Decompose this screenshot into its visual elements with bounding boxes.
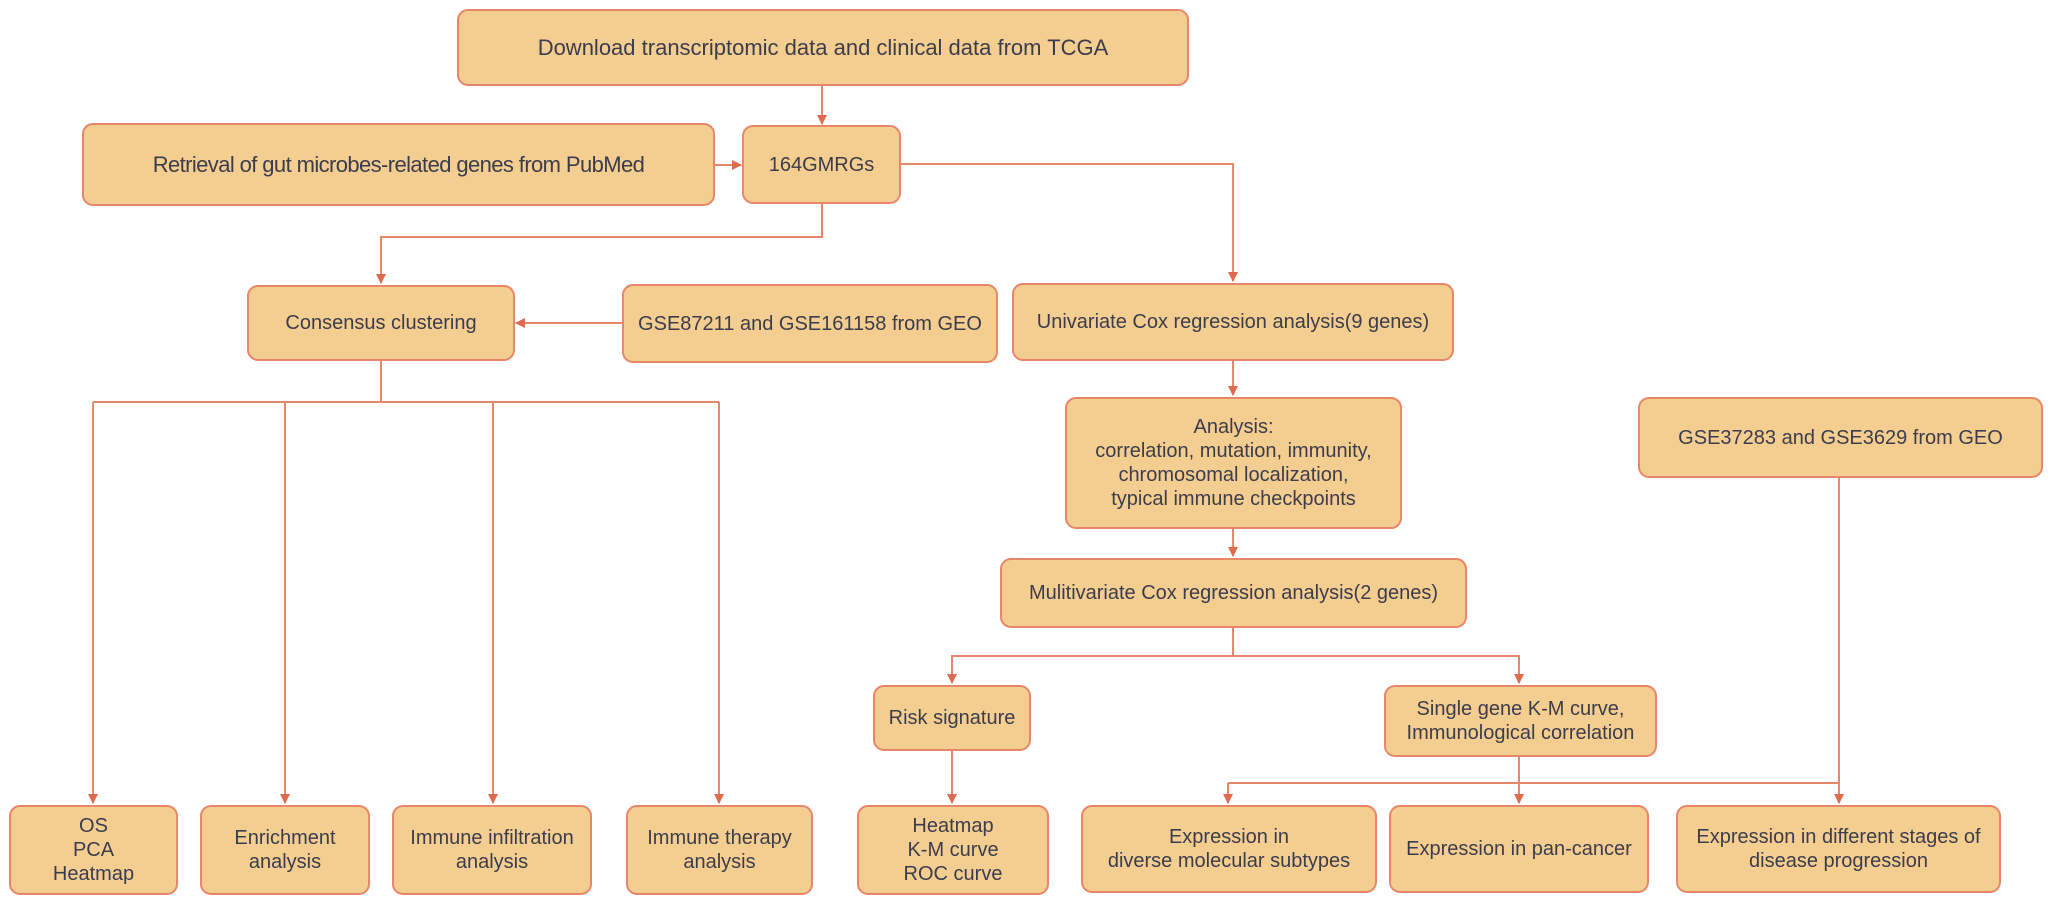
node-label: Expression in pan-cancer (1406, 838, 1632, 860)
node-label: 164GMRGs (768, 153, 875, 176)
node-label: Univariate Cox regression analysis(9 gen… (1036, 311, 1430, 333)
node-univariate-cox: Univariate Cox regression analysis(9 gen… (1012, 283, 1454, 361)
node-enrichment-analysis: Enrichment analysis (200, 805, 370, 895)
node-immune-therapy: Immune therapy analysis (626, 805, 813, 895)
node-164gmrgs: 164GMRGs (742, 125, 901, 204)
node-label: Immune infiltration analysis (410, 827, 574, 873)
edge-gmrgs-univariate (901, 163, 1238, 282)
node-label: Download transcriptomic data and clinica… (537, 34, 1109, 60)
node-label: Immune therapy analysis (647, 827, 792, 873)
node-geo-cluster-datasets: GSE87211 and GSE161158 from GEO (622, 284, 998, 363)
node-expression-subtypes: Expression in diverse molecular subtypes (1081, 805, 1377, 893)
node-consensus-clustering: Consensus clustering (247, 285, 515, 361)
node-label: GSE87211 and GSE161158 from GEO (638, 312, 982, 335)
node-label: Heatmap K-M curve ROC curve (903, 815, 1003, 885)
edge-multivariate-risk (947, 655, 1233, 684)
node-expression-stages: Expression in different stages of diseas… (1676, 805, 2001, 893)
node-geo-stage-datasets: GSE37283 and GSE3629 from GEO (1638, 397, 2043, 478)
node-label: Single gene K-M curve, Immunological cor… (1406, 698, 1635, 744)
node-analysis: Analysis: correlation, mutation, immunit… (1065, 397, 1402, 529)
node-label: Retrieval of gut microbes-related genes … (152, 151, 645, 177)
node-pubmed-retrieval: Retrieval of gut microbes-related genes … (82, 123, 715, 206)
node-single-gene: Single gene K-M curve, Immunological cor… (1384, 685, 1657, 757)
node-multivariate-cox: Mulitivariate Cox regression analysis(2 … (1000, 558, 1467, 628)
node-label: Expression in different stages of diseas… (1696, 826, 1981, 872)
node-label: Enrichment analysis (234, 827, 336, 873)
node-immune-infiltration: Immune infiltration analysis (392, 805, 592, 895)
node-tcga-download: Download transcriptomic data and clinica… (457, 9, 1189, 86)
node-os-pca-heatmap: OS PCA Heatmap (9, 805, 178, 895)
node-label: Mulitivariate Cox regression analysis(2 … (1028, 582, 1439, 604)
node-label: GSE37283 and GSE3629 from GEO (1678, 426, 2003, 449)
node-expression-pancancer: Expression in pan-cancer (1389, 805, 1649, 893)
edge-gmrgs-consensus (376, 204, 823, 284)
node-risk-outputs: Heatmap K-M curve ROC curve (857, 805, 1049, 895)
node-label: Expression in diverse molecular subtypes (1107, 826, 1351, 872)
node-label: Analysis: correlation, mutation, immunit… (1095, 416, 1372, 510)
flowchart: Download transcriptomic data and clinica… (0, 0, 2050, 905)
node-label: Consensus clustering (285, 312, 477, 334)
edge-multivariate-single (1233, 655, 1524, 684)
node-label: Risk signature (888, 707, 1016, 729)
node-label: OS PCA Heatmap (52, 815, 135, 885)
node-risk-signature: Risk signature (873, 685, 1031, 751)
